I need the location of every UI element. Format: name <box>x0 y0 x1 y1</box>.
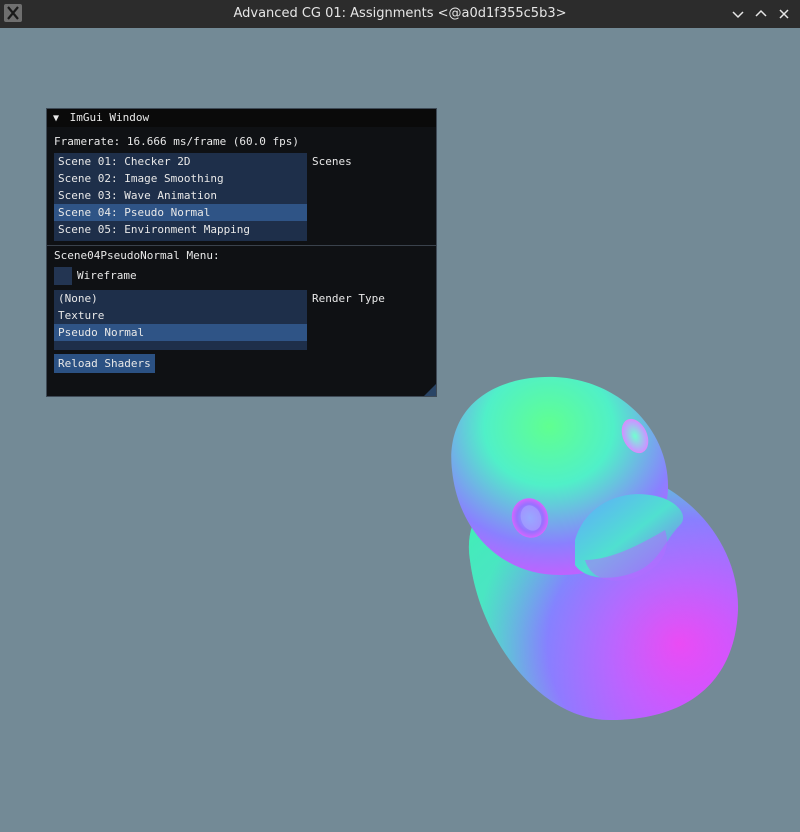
chevron-down-icon <box>732 11 744 19</box>
menu-header: Scene04PseudoNormal Menu: <box>54 249 220 262</box>
maximize-button[interactable] <box>752 5 770 23</box>
wireframe-checkbox[interactable] <box>54 267 72 285</box>
reload-shaders-button[interactable]: Reload Shaders <box>54 354 155 373</box>
scene-item-03[interactable]: Scene 03: Wave Animation <box>54 187 307 204</box>
scene-item-05[interactable]: Scene 05: Environment Mapping <box>54 221 307 238</box>
scene-item-04[interactable]: Scene 04: Pseudo Normal <box>54 204 307 221</box>
wireframe-label: Wireframe <box>77 269 137 282</box>
render-type-none[interactable]: (None) <box>54 290 307 307</box>
chevron-up-icon <box>755 9 767 17</box>
close-button[interactable] <box>775 5 793 23</box>
render-type-texture[interactable]: Texture <box>54 307 307 324</box>
scene-item-01[interactable]: Scene 01: Checker 2D <box>54 153 307 170</box>
scenes-listbox[interactable]: Scene 01: Checker 2D Scene 02: Image Smo… <box>54 153 307 241</box>
scene-item-02[interactable]: Scene 02: Image Smoothing <box>54 170 307 187</box>
separator <box>47 245 436 246</box>
render-type-listbox[interactable]: (None) Texture Pseudo Normal <box>54 290 307 350</box>
window-title: Advanced CG 01: Assignments <@a0d1f355c5… <box>233 6 567 21</box>
render-type-label: Render Type <box>312 292 385 305</box>
imgui-title-bar[interactable]: ▼ ImGui Window <box>47 109 436 127</box>
minimize-button[interactable] <box>729 5 747 23</box>
imgui-window-title: ImGui Window <box>69 111 150 124</box>
window-titlebar[interactable]: Advanced CG 01: Assignments <@a0d1f355c5… <box>0 0 800 28</box>
framerate-text: Framerate: 16.666 ms/frame (60.0 fps) <box>54 135 300 148</box>
render-type-pseudo-normal[interactable]: Pseudo Normal <box>54 324 307 341</box>
resize-grip[interactable] <box>424 384 436 396</box>
close-icon <box>779 9 789 19</box>
imgui-window[interactable]: ▼ ImGui Window Framerate: 16.666 ms/fram… <box>46 108 437 397</box>
collapse-arrow-icon[interactable]: ▼ <box>53 110 63 128</box>
scenes-label: Scenes <box>312 155 352 168</box>
